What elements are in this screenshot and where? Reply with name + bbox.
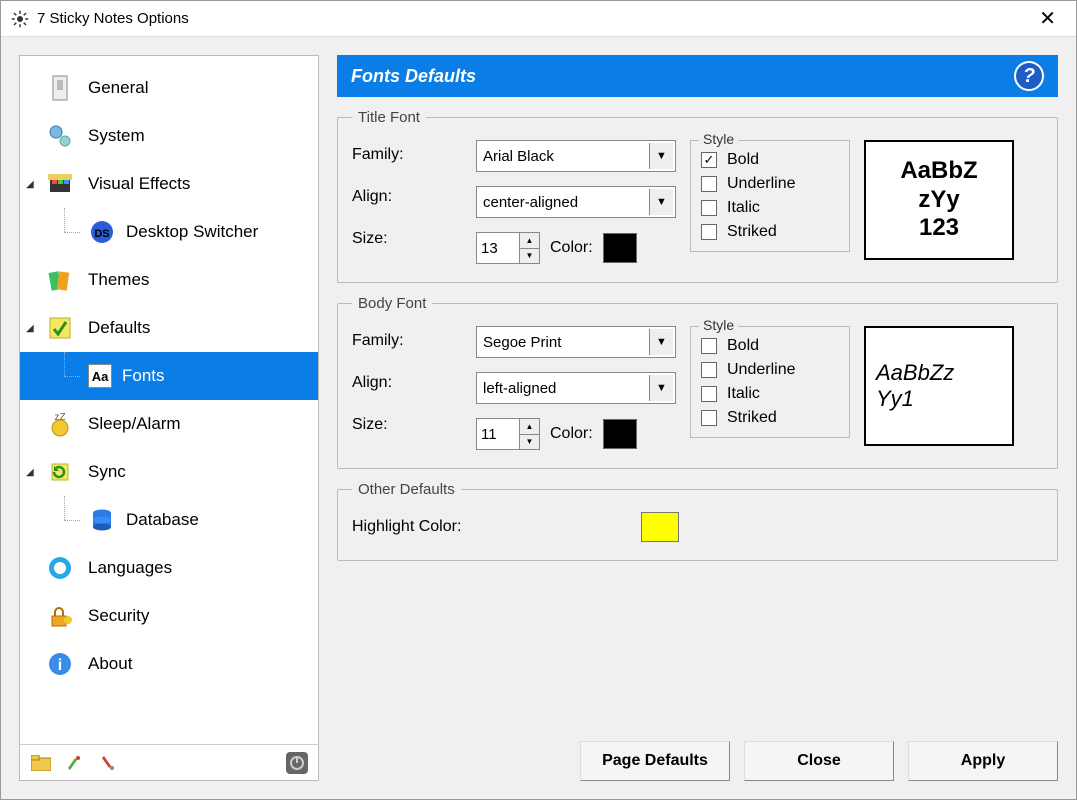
svg-text:i: i bbox=[58, 657, 62, 674]
color-label: Color: bbox=[550, 239, 593, 257]
other-defaults-group: Other Defaults Highlight Color: bbox=[337, 481, 1058, 561]
other-defaults-legend: Other Defaults bbox=[352, 481, 461, 498]
fonts-icon: Aa bbox=[88, 364, 112, 388]
sidebar-item-sleep-alarm[interactable]: zZ Sleep/Alarm bbox=[20, 400, 318, 448]
size-label: Size: bbox=[352, 230, 462, 248]
family-label: Family: bbox=[352, 146, 462, 164]
page-defaults-button[interactable]: Page Defaults bbox=[580, 741, 730, 781]
database-icon bbox=[88, 506, 116, 534]
dropdown-arrow-icon: ▼ bbox=[649, 329, 673, 355]
sidebar-item-defaults[interactable]: ◢ Defaults bbox=[20, 304, 318, 352]
sidebar-item-general[interactable]: General bbox=[20, 64, 318, 112]
color-label: Color: bbox=[550, 425, 593, 443]
help-button[interactable]: ? bbox=[1014, 61, 1044, 91]
sidebar: General System ◢ Visual Effects DS Deskt… bbox=[19, 55, 319, 781]
title-font-preview: AaBbZ zYy 123 bbox=[864, 140, 1014, 260]
body-size-spinner[interactable]: ▲▼ bbox=[476, 418, 540, 450]
body-align-combo[interactable]: left-aligned ▼ bbox=[476, 372, 676, 404]
title-striked-checkbox[interactable]: Striked bbox=[701, 223, 839, 241]
title-family-combo[interactable]: Arial Black ▼ bbox=[476, 140, 676, 172]
title-underline-checkbox[interactable]: Underline bbox=[701, 175, 839, 193]
body-color-swatch[interactable] bbox=[603, 419, 637, 449]
title-italic-checkbox[interactable]: Italic bbox=[701, 199, 839, 217]
title-bold-checkbox[interactable]: ✓Bold bbox=[701, 151, 839, 169]
sidebar-item-database[interactable]: Database bbox=[20, 496, 318, 544]
title-font-legend: Title Font bbox=[352, 109, 426, 126]
sidebar-item-security[interactable]: Security bbox=[20, 592, 318, 640]
visual-effects-icon bbox=[44, 168, 76, 200]
title-size-spinner[interactable]: ▲▼ bbox=[476, 232, 540, 264]
title-size-input[interactable] bbox=[476, 232, 520, 264]
family-label: Family: bbox=[352, 332, 462, 350]
sidebar-item-sync[interactable]: ◢ Sync bbox=[20, 448, 318, 496]
close-window-button[interactable]: ✕ bbox=[1029, 2, 1066, 35]
spin-up[interactable]: ▲ bbox=[520, 419, 539, 435]
title-style-group: Style ✓Bold Underline Italic Striked bbox=[690, 140, 850, 252]
languages-icon bbox=[44, 552, 76, 584]
sync-icon bbox=[44, 456, 76, 488]
dropdown-arrow-icon: ▼ bbox=[649, 143, 673, 169]
dialog-buttons: Page Defaults Close Apply bbox=[337, 729, 1058, 781]
highlight-color-label: Highlight Color: bbox=[352, 518, 461, 536]
apply-button[interactable]: Apply bbox=[908, 741, 1058, 781]
power-icon[interactable] bbox=[286, 752, 308, 774]
main-panel: Fonts Defaults ? Title Font Family: Alig… bbox=[337, 55, 1058, 781]
align-label: Align: bbox=[352, 374, 462, 392]
sidebar-item-visual-effects[interactable]: ◢ Visual Effects bbox=[20, 160, 318, 208]
body-italic-checkbox[interactable]: Italic bbox=[701, 385, 839, 403]
title-color-swatch[interactable] bbox=[603, 233, 637, 263]
sidebar-item-desktop-switcher[interactable]: DS Desktop Switcher bbox=[20, 208, 318, 256]
body-striked-checkbox[interactable]: Striked bbox=[701, 409, 839, 427]
dropdown-arrow-icon: ▼ bbox=[649, 189, 673, 215]
align-label: Align: bbox=[352, 188, 462, 206]
body-bold-checkbox[interactable]: Bold bbox=[701, 337, 839, 355]
body-font-preview: AaBbZz Yy1 bbox=[864, 326, 1014, 446]
body-underline-checkbox[interactable]: Underline bbox=[701, 361, 839, 379]
info-icon: i bbox=[44, 648, 76, 680]
panel-title: Fonts Defaults bbox=[351, 66, 476, 87]
spin-up[interactable]: ▲ bbox=[520, 233, 539, 249]
defaults-icon bbox=[44, 312, 76, 344]
size-label: Size: bbox=[352, 416, 462, 434]
svg-text:zZ: zZ bbox=[54, 412, 65, 423]
sidebar-item-about[interactable]: i About bbox=[20, 640, 318, 688]
spin-down[interactable]: ▼ bbox=[520, 435, 539, 450]
sidebar-item-system[interactable]: System bbox=[20, 112, 318, 160]
themes-icon bbox=[44, 264, 76, 296]
sidebar-item-themes[interactable]: Themes bbox=[20, 256, 318, 304]
expander-icon[interactable]: ◢ bbox=[26, 467, 34, 478]
import-icon[interactable] bbox=[64, 752, 86, 774]
export-icon[interactable] bbox=[98, 752, 120, 774]
desktop-switcher-icon: DS bbox=[88, 218, 116, 246]
body-style-group: Style Bold Underline Italic Striked bbox=[690, 326, 850, 438]
sidebar-toolbar bbox=[20, 744, 318, 780]
sleep-alarm-icon: zZ bbox=[44, 408, 76, 440]
titlebar: 7 Sticky Notes Options ✕ bbox=[1, 1, 1076, 37]
spin-down[interactable]: ▼ bbox=[520, 249, 539, 264]
dropdown-arrow-icon: ▼ bbox=[649, 375, 673, 401]
close-button[interactable]: Close bbox=[744, 741, 894, 781]
expander-icon[interactable]: ◢ bbox=[26, 323, 34, 334]
panel-header: Fonts Defaults ? bbox=[337, 55, 1058, 97]
sidebar-item-fonts[interactable]: Aa Fonts bbox=[20, 352, 318, 400]
title-font-group: Title Font Family: Align: Size: Arial Bl… bbox=[337, 109, 1058, 283]
body-font-group: Body Font Family: Align: Size: Segoe Pri… bbox=[337, 295, 1058, 469]
body-family-combo[interactable]: Segoe Print ▼ bbox=[476, 326, 676, 358]
window-title: 7 Sticky Notes Options bbox=[37, 10, 189, 27]
folder-icon[interactable] bbox=[30, 752, 52, 774]
title-align-combo[interactable]: center-aligned ▼ bbox=[476, 186, 676, 218]
app-gear-icon bbox=[11, 10, 29, 28]
sidebar-item-languages[interactable]: Languages bbox=[20, 544, 318, 592]
body-size-input[interactable] bbox=[476, 418, 520, 450]
lock-icon bbox=[44, 600, 76, 632]
system-gears-icon bbox=[44, 120, 76, 152]
expander-icon[interactable]: ◢ bbox=[26, 179, 34, 190]
nav-tree: General System ◢ Visual Effects DS Deskt… bbox=[20, 56, 318, 744]
svg-text:DS: DS bbox=[94, 228, 109, 240]
general-icon bbox=[44, 72, 76, 104]
highlight-color-swatch[interactable] bbox=[641, 512, 679, 542]
body-font-legend: Body Font bbox=[352, 295, 432, 312]
